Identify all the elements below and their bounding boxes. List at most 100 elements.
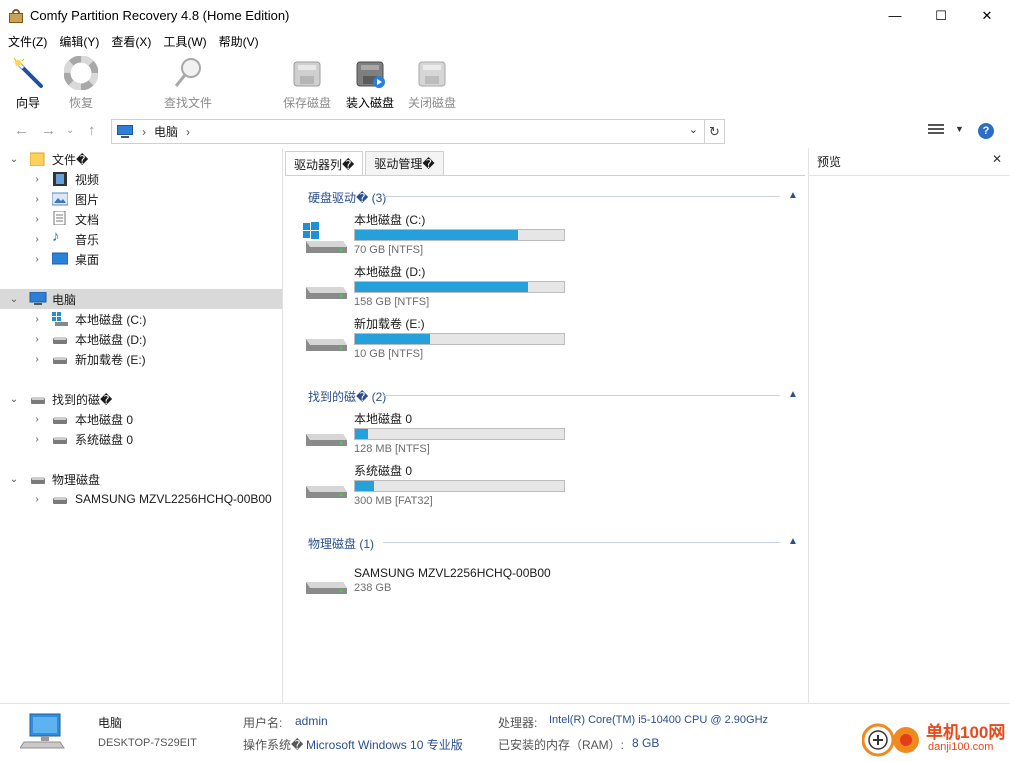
tree-item-found-disks[interactable]: ⌄ 找到的磁� bbox=[0, 389, 282, 409]
expand-chevron-icon[interactable]: › bbox=[31, 434, 43, 445]
ram-value: 8 GB bbox=[632, 736, 660, 750]
address-box[interactable]: › 电脑 › ⌄ ↻ bbox=[111, 119, 725, 144]
wizard-button[interactable]: 向导 bbox=[1, 56, 55, 111]
view-mode-icon[interactable] bbox=[928, 124, 944, 138]
close-disk-icon bbox=[418, 61, 446, 87]
load-disk-button[interactable]: 装入磁盘 bbox=[343, 56, 397, 111]
tree-item-videos[interactable]: › 视频 bbox=[0, 169, 282, 189]
tab-drive-list[interactable]: 驱动器列� bbox=[285, 151, 364, 176]
menu-view[interactable]: 查看(X) bbox=[105, 33, 157, 50]
music-note-icon: ♪ bbox=[52, 228, 60, 245]
menu-file[interactable]: 文件(Z) bbox=[2, 33, 53, 50]
minimize-button[interactable]: — bbox=[872, 0, 918, 31]
expand-chevron-icon[interactable]: › bbox=[31, 214, 43, 225]
watermark-url: danji100.com bbox=[928, 741, 994, 753]
drive-icon bbox=[31, 477, 45, 484]
collapse-caret-icon[interactable]: ▲ bbox=[788, 536, 798, 547]
group-header-found-disks[interactable]: 找到的磁� (2) bbox=[308, 388, 386, 405]
forward-arrow-icon[interactable]: → bbox=[41, 122, 56, 139]
menu-help[interactable]: 帮助(V) bbox=[213, 33, 265, 50]
collapse-chevron-icon[interactable]: ⌄ bbox=[8, 154, 20, 165]
find-files-button[interactable]: 查找文件 bbox=[161, 56, 215, 111]
tree-item-system-disk-0[interactable]: › 系统磁盘 0 bbox=[0, 429, 282, 449]
save-disk-button[interactable]: 保存磁盘 bbox=[280, 56, 334, 111]
tree-item-drive-d[interactable]: › 本地磁盘 (D:) bbox=[0, 329, 282, 349]
drive-icon bbox=[53, 357, 67, 364]
os-label: 操作系统� bbox=[243, 738, 304, 752]
collapse-caret-icon[interactable]: ▲ bbox=[788, 389, 798, 400]
back-arrow-icon[interactable]: ← bbox=[14, 122, 29, 139]
save-disk-icon bbox=[293, 61, 321, 87]
group-divider bbox=[383, 395, 780, 396]
pc-name: DESKTOP-7S29EIT bbox=[98, 737, 197, 749]
tab-drive-manager[interactable]: 驱动管理� bbox=[365, 151, 444, 175]
close-button[interactable]: ✕ bbox=[964, 0, 1010, 31]
up-arrow-icon[interactable]: ↑ bbox=[88, 122, 96, 139]
drive-name: 本地磁盘 (C:) bbox=[354, 213, 426, 227]
view-mode-dropdown-icon[interactable]: ▼ bbox=[955, 124, 964, 134]
collapse-chevron-icon[interactable]: ⌄ bbox=[8, 474, 20, 485]
recover-button[interactable]: 恢复 bbox=[54, 56, 108, 111]
tree-item-drive-e[interactable]: › 新加载卷 (E:) bbox=[0, 349, 282, 369]
usage-bar bbox=[354, 480, 565, 492]
address-dropdown-icon[interactable]: ⌄ bbox=[689, 123, 698, 136]
collapse-chevron-icon[interactable]: ⌄ bbox=[8, 294, 20, 305]
tree-item-desktop[interactable]: › 桌面 bbox=[0, 249, 282, 269]
maximize-button[interactable]: ☐ bbox=[918, 0, 964, 31]
menu-tools[interactable]: 工具(W) bbox=[157, 33, 212, 50]
load-disk-label: 装入磁盘 bbox=[345, 96, 394, 110]
group-header-hard-drives[interactable]: 硬盘驱动� (3) bbox=[308, 189, 386, 206]
collapse-chevron-icon[interactable]: ⌄ bbox=[8, 394, 20, 405]
expand-chevron-icon[interactable]: › bbox=[31, 254, 43, 265]
tree-label: 本地磁盘 (D:) bbox=[75, 332, 147, 347]
preview-divider bbox=[809, 175, 1010, 176]
expand-chevron-icon[interactable]: › bbox=[31, 334, 43, 345]
tree-item-files[interactable]: ⌄ 文件� bbox=[0, 149, 282, 169]
drive-icon bbox=[306, 486, 347, 498]
expand-chevron-icon[interactable]: › bbox=[31, 174, 43, 185]
close-disk-button[interactable]: 关闭磁盘 bbox=[405, 56, 459, 111]
breadcrumb-separator: › bbox=[142, 124, 146, 139]
status-bar: 电脑 DESKTOP-7S29EIT 用户名: admin 操作系统� Micr… bbox=[0, 703, 1010, 761]
refresh-button[interactable]: ↻ bbox=[704, 120, 724, 143]
load-disk-icon bbox=[356, 61, 385, 88]
tree-item-computer[interactable]: ⌄ 电脑 bbox=[0, 289, 282, 309]
expand-chevron-icon[interactable]: › bbox=[31, 194, 43, 205]
expand-chevron-icon[interactable]: › bbox=[31, 354, 43, 365]
expand-chevron-icon[interactable]: › bbox=[31, 314, 43, 325]
close-icon[interactable]: ✕ bbox=[992, 152, 1002, 166]
menu-edit[interactable]: 编辑(Y) bbox=[53, 33, 105, 50]
tree-item-drive-c[interactable]: › 本地磁盘 (C:) bbox=[0, 309, 282, 329]
expand-chevron-icon[interactable]: › bbox=[31, 234, 43, 245]
expand-chevron-icon[interactable]: › bbox=[31, 414, 43, 425]
tree-item-music[interactable]: › ♪ 音乐 bbox=[0, 229, 282, 249]
tree-item-physical-disks[interactable]: ⌄ 物理磁盘 bbox=[0, 469, 282, 489]
tree-label: 文件� bbox=[52, 152, 89, 167]
tree-label: 音乐 bbox=[75, 232, 100, 247]
preview-pane: 预览 ✕ bbox=[808, 148, 1010, 703]
tree-label: 找到的磁� bbox=[52, 392, 113, 407]
tree-item-local-disk-0[interactable]: › 本地磁盘 0 bbox=[0, 409, 282, 429]
group-header-physical-disks[interactable]: 物理磁盘 (1) bbox=[308, 535, 374, 552]
tree-item-pictures[interactable]: › 图片 bbox=[0, 189, 282, 209]
tree-item-documents[interactable]: › 文档 bbox=[0, 209, 282, 229]
group-divider bbox=[383, 196, 780, 197]
cpu-label: 处理器: bbox=[498, 716, 538, 730]
drive-list-pane: 驱动器列� 驱动管理� 硬盘驱动� (3) ▲ 本地磁盘 (C:) 70 GB … bbox=[285, 148, 807, 703]
tree-label: 文档 bbox=[75, 212, 100, 227]
tree-item-samsung-disk[interactable]: › SAMSUNG MZVL2256HCHQ-00B00 bbox=[0, 489, 282, 509]
drive-info: 158 GB [NTFS] bbox=[354, 296, 430, 308]
document-icon bbox=[53, 211, 66, 225]
drive-info: 70 GB [NTFS] bbox=[354, 244, 424, 256]
history-dropdown-icon[interactable]: ⌄ bbox=[66, 125, 74, 136]
breadcrumb-computer[interactable]: 电脑 bbox=[154, 123, 178, 140]
expand-chevron-icon[interactable]: › bbox=[31, 494, 43, 505]
drive-info: 238 GB bbox=[354, 582, 392, 594]
drive-icon bbox=[31, 397, 45, 404]
drive-name: 系统磁盘 0 bbox=[354, 464, 413, 478]
drive-icon bbox=[53, 417, 67, 424]
collapse-caret-icon[interactable]: ▲ bbox=[788, 190, 798, 201]
magnifier-icon bbox=[174, 58, 201, 87]
help-icon[interactable]: ? bbox=[978, 123, 994, 139]
computer-icon bbox=[29, 292, 47, 305]
